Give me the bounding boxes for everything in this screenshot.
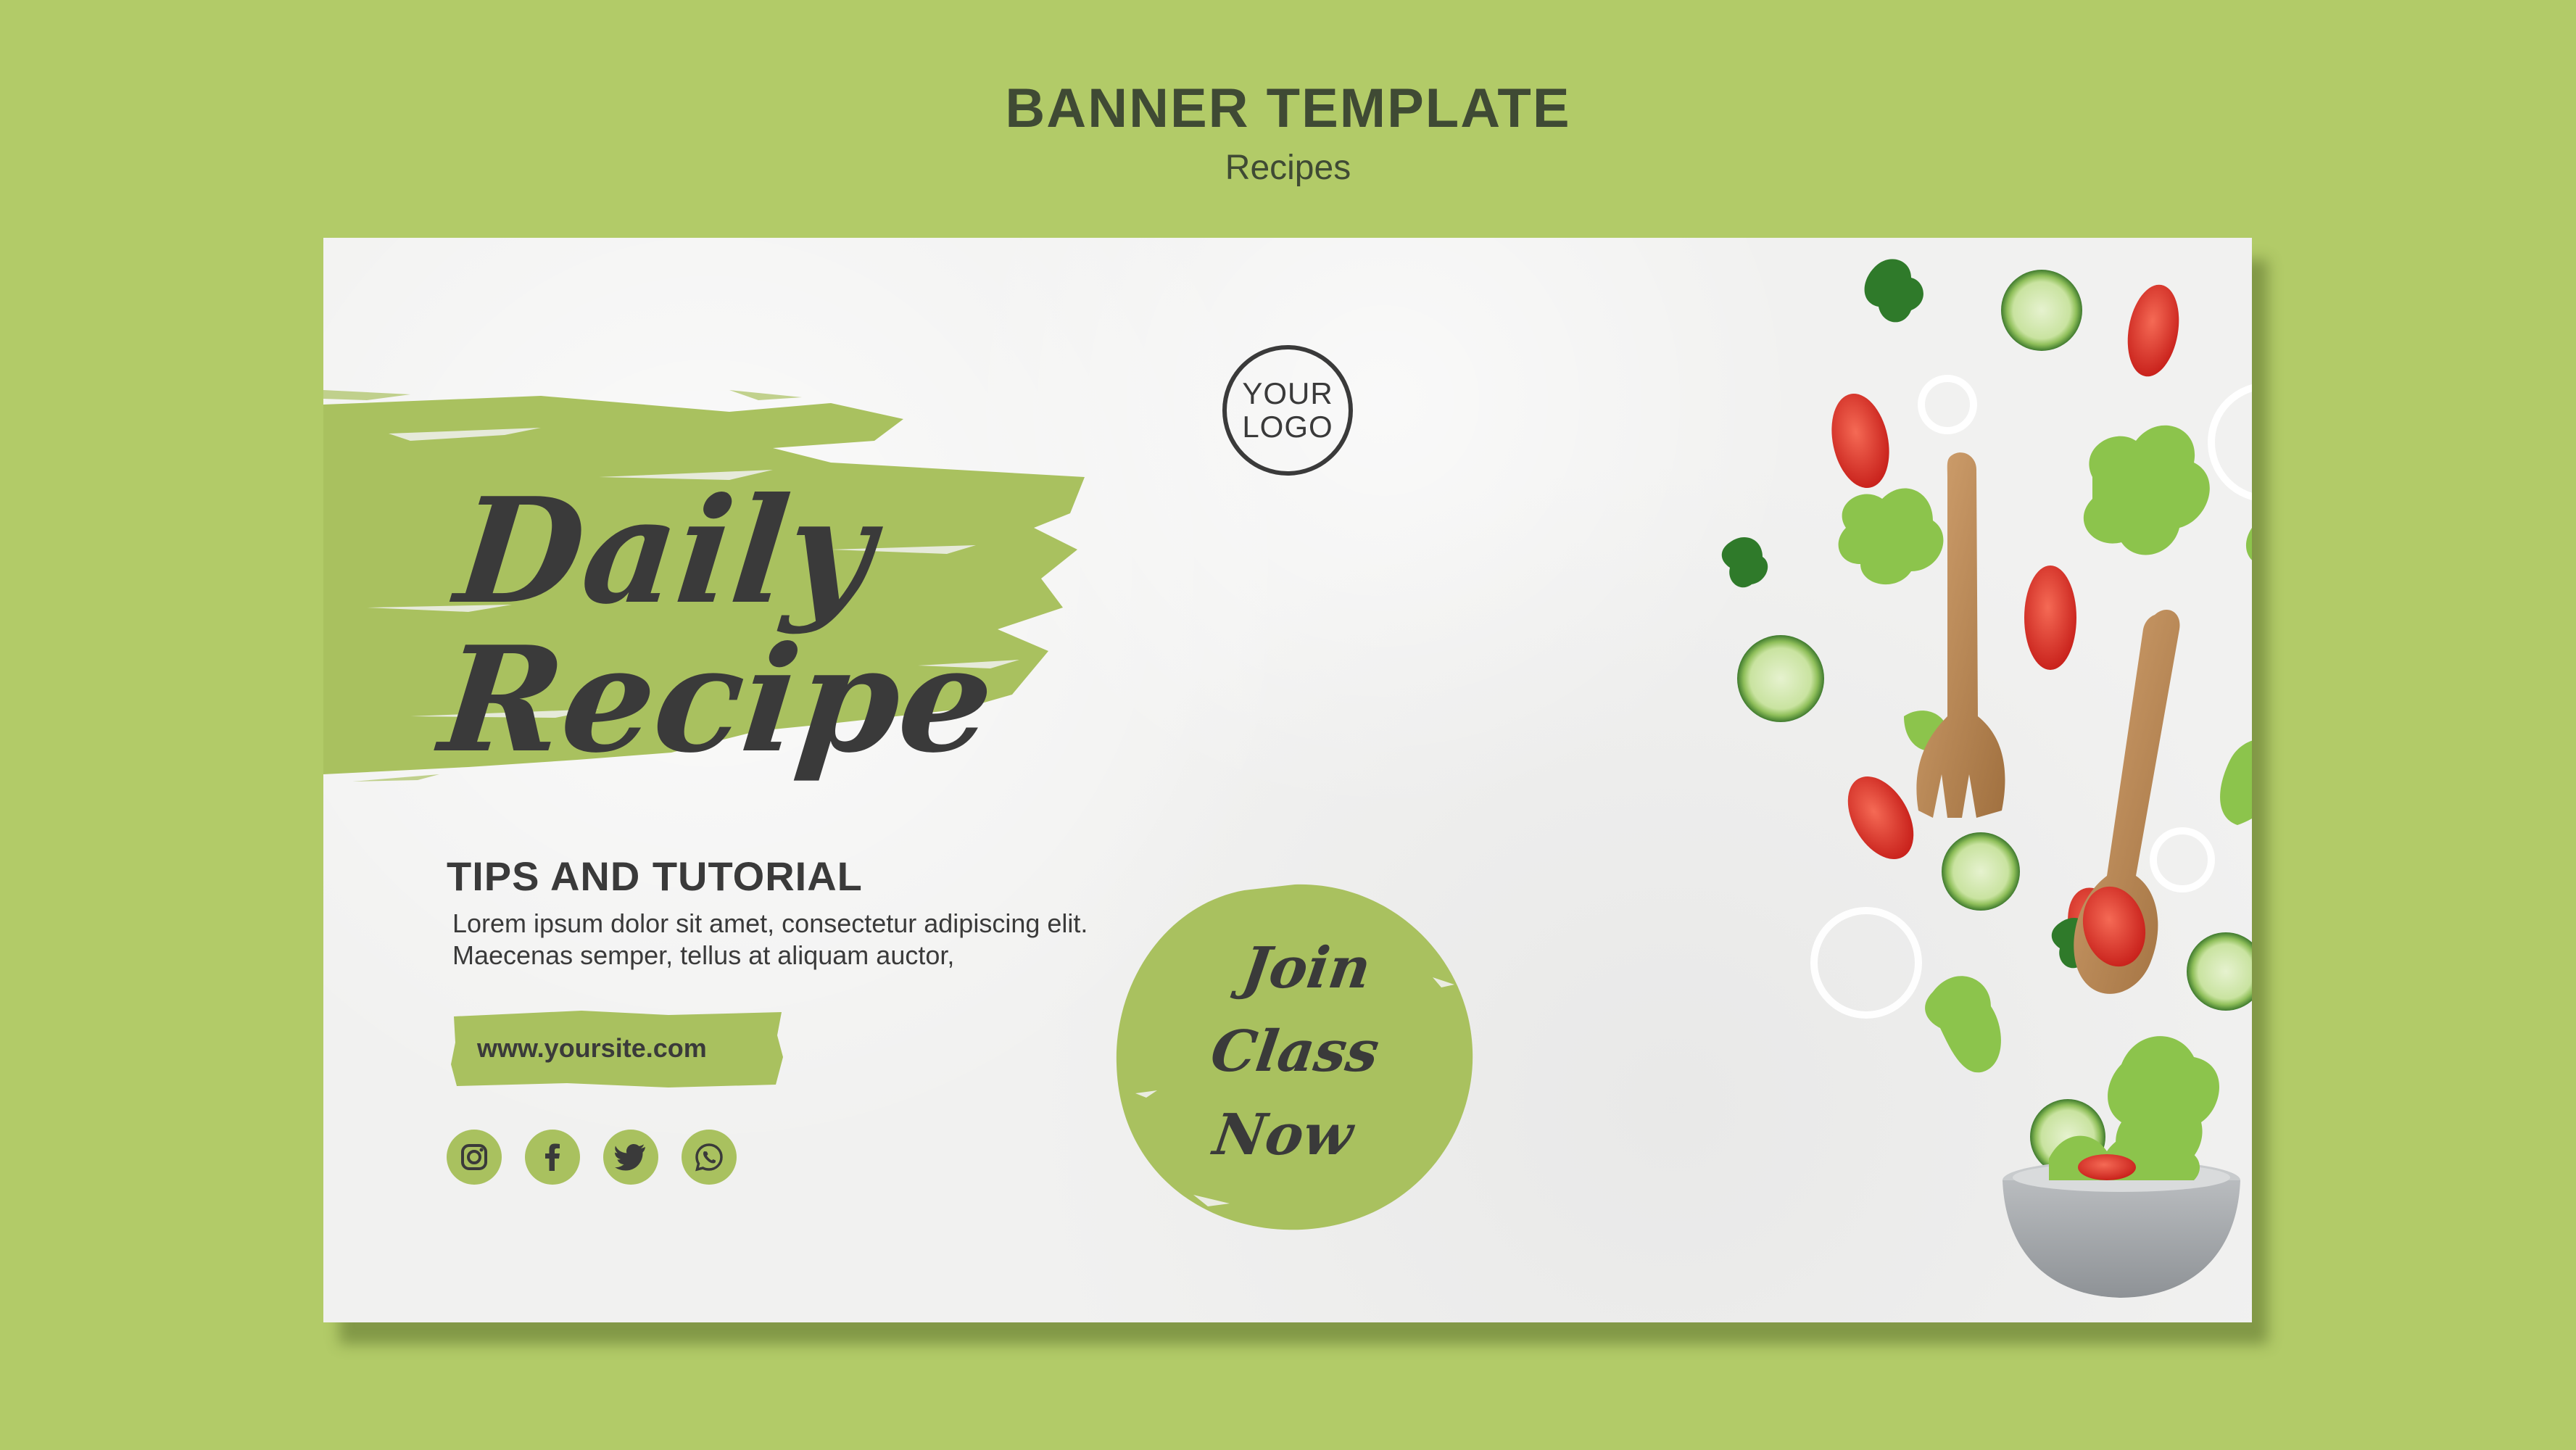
logo-text-1: YOUR [1242, 376, 1333, 410]
headline-line-2: Recipe [433, 615, 1001, 785]
recipe-banner: Daily Recipe YOUR LOGO TIPS AND TUTORIAL… [323, 238, 2252, 1322]
website-label: www.yoursite.com [477, 1033, 707, 1063]
logo-text-2: LOGO [1242, 410, 1333, 444]
salad-illustration [1721, 259, 2252, 1298]
tips-title: TIPS AND TUTORIAL [447, 853, 863, 899]
instagram-icon[interactable] [447, 1130, 502, 1185]
tips-body: Lorem ipsum dolor sit amet, consectetur … [452, 908, 1088, 970]
page-subtitle: Recipes [1225, 148, 1351, 187]
headline: Daily Recipe [433, 466, 1015, 785]
wooden-spoon [2074, 609, 2180, 994]
page-header: BANNER TEMPLATE Recipes [0, 78, 2576, 188]
whatsapp-icon[interactable] [682, 1130, 737, 1185]
social-links [447, 1130, 737, 1185]
twitter-icon[interactable] [603, 1130, 658, 1185]
tomato-wedges [1831, 284, 2179, 980]
facebook-icon[interactable] [525, 1130, 580, 1185]
logo-placeholder: YOUR LOGO [1222, 345, 1353, 476]
website-button[interactable]: www.yoursite.com [451, 1006, 784, 1090]
page-title: BANNER TEMPLATE [1005, 78, 1571, 139]
headline-line-1: Daily [449, 466, 882, 637]
